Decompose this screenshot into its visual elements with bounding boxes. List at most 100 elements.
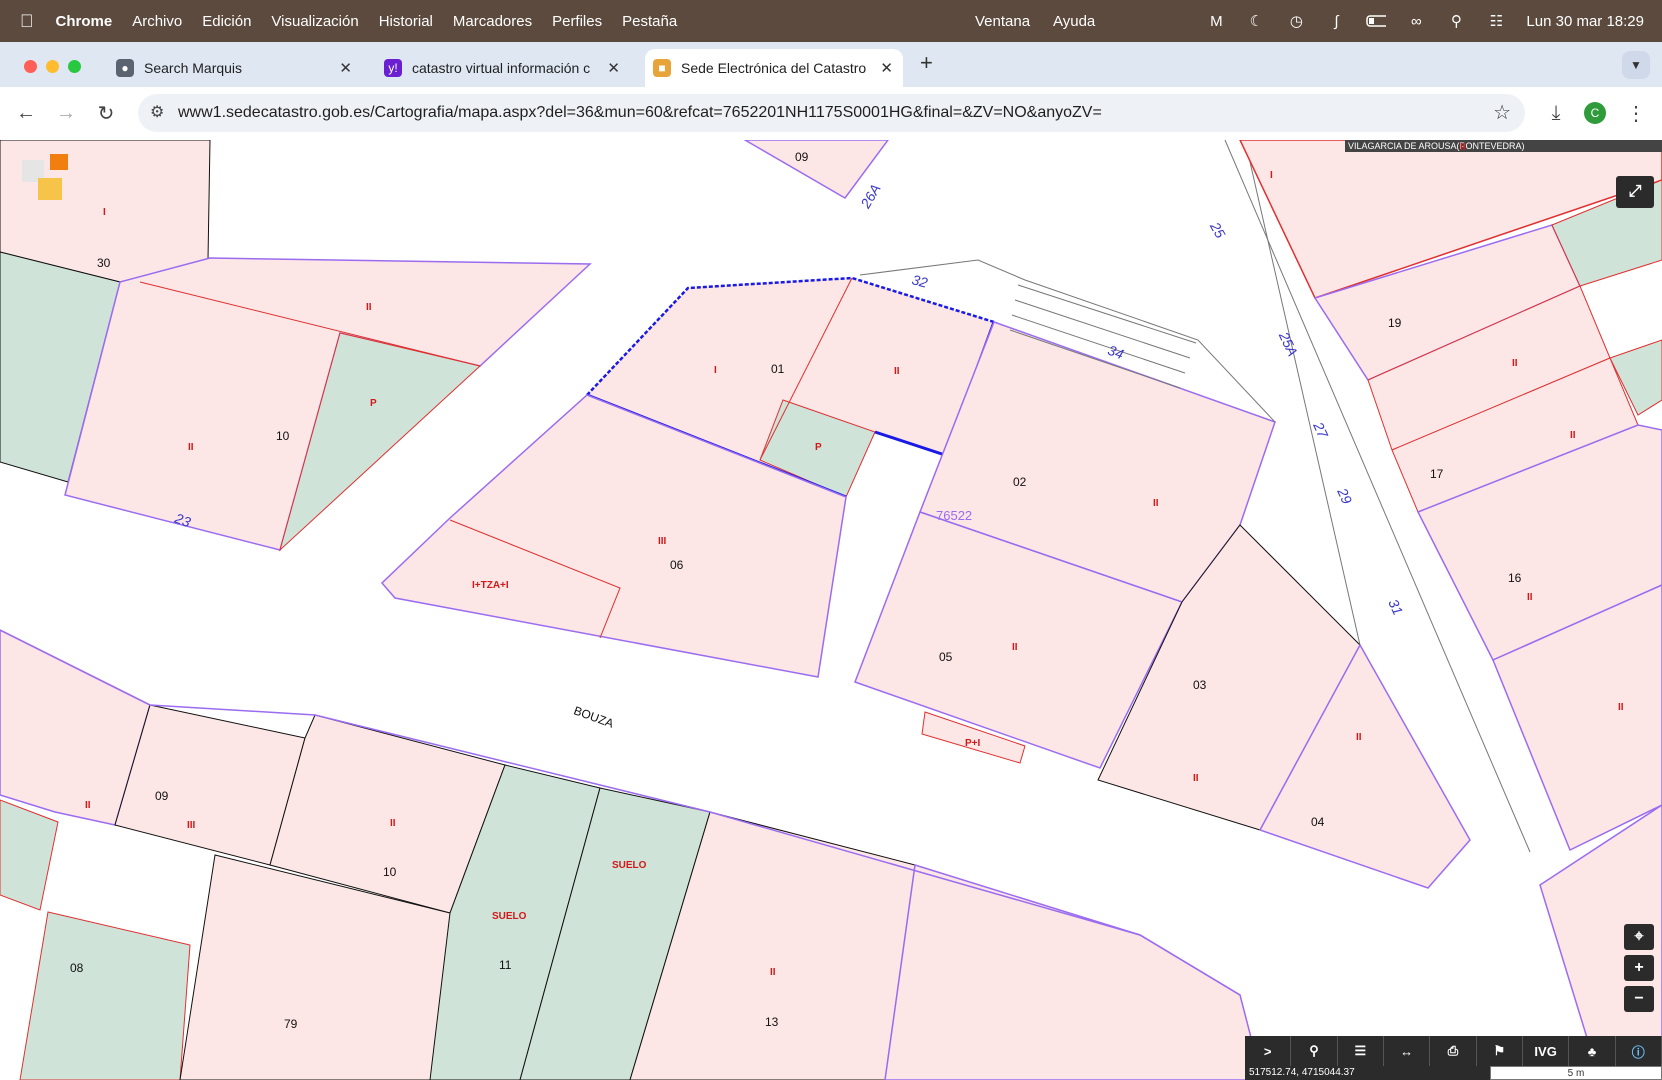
municipality-label: VILAGARCIA DE AROUSA(PONTEVEDRA) xyxy=(1345,140,1662,152)
ivg-button[interactable]: IVG xyxy=(1523,1036,1570,1066)
fullscreen-button[interactable]: ⤢ xyxy=(1616,176,1654,208)
menu-app-name[interactable]: Chrome xyxy=(56,13,113,30)
reload-button[interactable]: ↻ xyxy=(92,99,120,127)
menu-ventana[interactable]: Ventana xyxy=(975,13,1030,30)
floor-label: III xyxy=(187,820,196,831)
menu-ayuda[interactable]: Ayuda xyxy=(1053,13,1095,30)
control-center-icon[interactable]: ☷ xyxy=(1486,13,1506,30)
floor-label: II xyxy=(1570,430,1576,441)
tab-strip: ● Search Marquis ✕ y! catastro virtual i… xyxy=(0,42,1662,87)
menu-archivo[interactable]: Archivo xyxy=(132,13,182,30)
forward-button[interactable]: → xyxy=(52,99,80,127)
tab-catastro-virtual[interactable]: y! catastro virtual información c ✕ xyxy=(376,49,630,87)
zoom-in-button[interactable]: + xyxy=(1624,955,1654,981)
new-tab-button[interactable]: + xyxy=(920,50,933,76)
floor-label: SUELO xyxy=(492,911,527,922)
catastro-favicon: ■ xyxy=(653,59,671,77)
site-settings-icon[interactable]: ⚙ xyxy=(150,102,164,122)
floor-label: SUELO xyxy=(612,860,647,871)
parcel-number: 02 xyxy=(1013,475,1027,489)
expand-tools-button[interactable]: > xyxy=(1245,1036,1292,1066)
parcel-bottom-right xyxy=(884,864,1263,1080)
close-tab-icon[interactable]: ✕ xyxy=(880,59,893,77)
cadastral-map[interactable]: VILAGARCIA DE AROUSA(PONTEVEDRA) ⤢ 09 30… xyxy=(0,140,1662,1080)
catastro-logo[interactable] xyxy=(22,154,68,200)
bookmark-star-icon[interactable]: ☆ xyxy=(1493,100,1511,125)
floor-label: II xyxy=(1618,702,1624,713)
locate-button[interactable]: ⌖ xyxy=(1624,924,1654,950)
status-area: M ☾ ◷ ∫ ∞ ⚲ ☷ Lun 30 mar 18:29 xyxy=(1206,0,1644,42)
parcel-number: 11 xyxy=(499,958,512,972)
download-icon[interactable]: ⤓ xyxy=(1542,99,1570,127)
menu-perfiles[interactable]: Perfiles xyxy=(552,13,602,30)
parcel-08 xyxy=(19,911,191,1080)
search-icon[interactable]: ⚲ xyxy=(1291,1036,1338,1066)
menu-edicion[interactable]: Edición xyxy=(202,13,251,30)
menu-pestana[interactable]: Pestaña xyxy=(622,13,677,30)
floor-label: P xyxy=(815,442,822,453)
gmail-icon[interactable]: M xyxy=(1206,13,1226,30)
floor-label: II xyxy=(1193,773,1199,784)
tab-sede-catastro[interactable]: ■ Sede Electrónica del Catastro ✕ xyxy=(645,49,903,87)
yahoo-icon: y! xyxy=(384,59,402,77)
back-button[interactable]: ← xyxy=(12,99,40,127)
floor-label: P xyxy=(370,398,377,409)
tab-search-dropdown[interactable]: ▼ xyxy=(1622,51,1650,79)
battery-icon[interactable] xyxy=(1366,13,1387,29)
measure-icon[interactable]: ↔ xyxy=(1384,1036,1431,1066)
globe-icon: ● xyxy=(116,59,134,77)
floor-label: II xyxy=(188,442,194,453)
close-tab-icon[interactable]: ✕ xyxy=(607,59,620,77)
block-reference-label: 76522 xyxy=(936,508,973,523)
parcel-number: 10 xyxy=(276,429,290,443)
spotlight-search-icon[interactable]: ⚲ xyxy=(1446,13,1466,30)
browser-menu-icon[interactable]: ⋮ xyxy=(1622,99,1650,127)
floor-label: II xyxy=(1460,142,1466,153)
parcel-number: 19 xyxy=(1388,316,1402,330)
floor-label: I+TZA+I xyxy=(472,580,509,591)
url-text[interactable]: www1.sedecatastro.gob.es/Cartografia/map… xyxy=(178,104,1102,122)
moon-icon[interactable]: ☾ xyxy=(1246,13,1266,30)
floor-label: II xyxy=(1512,358,1518,369)
floor-label: P+I xyxy=(965,738,981,749)
layers-icon[interactable]: ☰ xyxy=(1338,1036,1384,1066)
parcel-number: 03 xyxy=(1193,678,1207,692)
menu-marcadores[interactable]: Marcadores xyxy=(453,13,532,30)
parcel-number: 08 xyxy=(70,961,84,975)
close-tab-icon[interactable]: ✕ xyxy=(339,59,352,77)
group-icon[interactable]: ♣ xyxy=(1569,1036,1616,1066)
menubar-clock[interactable]: Lun 30 mar 18:29 xyxy=(1526,13,1644,30)
print-icon[interactable]: ⎙ xyxy=(1430,1036,1477,1066)
info-icon[interactable]: ⓘ xyxy=(1616,1036,1662,1066)
parcel-number: 05 xyxy=(939,650,953,664)
menu-historial[interactable]: Historial xyxy=(379,13,433,30)
floor-label: II xyxy=(390,818,396,829)
address-bar[interactable]: ⚙ www1.sedecatastro.gob.es/Cartografia/m… xyxy=(138,94,1525,132)
time-machine-icon[interactable]: ◷ xyxy=(1286,13,1306,30)
tab-search-marquis[interactable]: ● Search Marquis ✕ xyxy=(108,49,362,87)
parcel-number: 04 xyxy=(1311,815,1325,829)
parcel-number: 09 xyxy=(155,789,169,803)
wifi-link-icon[interactable]: ∞ xyxy=(1406,13,1426,30)
parcel-green-left-bottom xyxy=(0,799,59,911)
zoom-out-button[interactable]: − xyxy=(1624,986,1654,1012)
floor-label: II xyxy=(1012,642,1018,653)
close-window-button[interactable] xyxy=(24,60,37,73)
floor-label: II xyxy=(366,302,372,313)
pin-icon[interactable]: ⚑ xyxy=(1477,1036,1523,1066)
coordinates-readout: 517512.74, 4715044.37 xyxy=(1245,1066,1490,1080)
floor-label: II xyxy=(1527,592,1533,603)
scale-bar: 5 m xyxy=(1490,1066,1662,1080)
apple-icon[interactable]:  xyxy=(20,11,34,32)
tab-title: Sede Electrónica del Catastro xyxy=(681,60,867,76)
map-parcels-svg xyxy=(0,140,1662,1080)
bluetooth-icon[interactable]: ∫ xyxy=(1326,13,1346,30)
menu-visualizacion[interactable]: Visualización xyxy=(271,13,358,30)
parcel-number: 10 xyxy=(383,865,397,879)
profile-avatar[interactable]: C xyxy=(1584,102,1606,124)
floor-label: I xyxy=(714,365,717,376)
minimize-window-button[interactable] xyxy=(46,60,59,73)
macos-menubar:  Chrome Archivo Edición Visualización H… xyxy=(0,0,1662,42)
maximize-window-button[interactable] xyxy=(68,60,81,73)
parcel-number: 79 xyxy=(284,1017,298,1031)
